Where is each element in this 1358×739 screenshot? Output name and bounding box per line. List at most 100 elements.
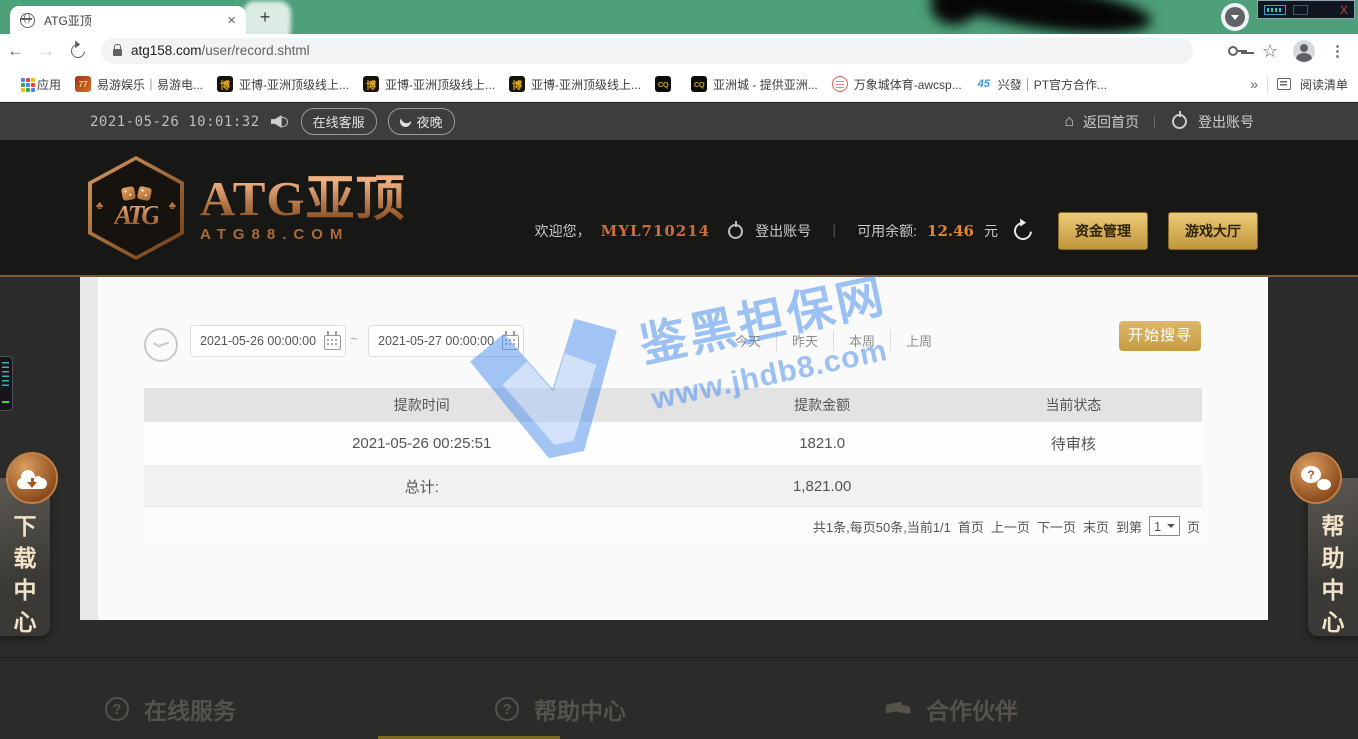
site-logo[interactable]: ♣ ♣ ATG ATG亚顶 ATG88.COM bbox=[88, 156, 406, 260]
pagination-last[interactable]: 末页 bbox=[1083, 517, 1109, 536]
reload-icon[interactable] bbox=[68, 41, 88, 61]
logo-title: ATG亚顶 bbox=[200, 173, 406, 224]
bookmark-item[interactable]: 45 兴發｜PT官方合作... bbox=[969, 73, 1114, 96]
bookmark-item[interactable]: 万象城体育-awcsp... bbox=[825, 73, 969, 96]
extension-circle-button[interactable] bbox=[1221, 3, 1249, 31]
logo-hexagon-badge: ♣ ♣ ATG bbox=[88, 156, 184, 260]
browser-tab[interactable]: ATG亚顶 × bbox=[10, 6, 246, 34]
footer-divider bbox=[0, 657, 1358, 658]
calendar-icon[interactable] bbox=[324, 335, 341, 350]
funds-management-button[interactable]: 资金管理 bbox=[1058, 212, 1148, 250]
browser-menu-icon[interactable]: ⋮ bbox=[1330, 42, 1345, 60]
mini-player-widget[interactable] bbox=[0, 356, 13, 411]
quick-link-this-week[interactable]: 本周 bbox=[833, 330, 890, 351]
profile-avatar[interactable] bbox=[1293, 40, 1315, 62]
logout-link[interactable]: 登出账号 bbox=[1198, 112, 1254, 132]
bookmark-item[interactable]: 77 易游娱乐｜易游电... bbox=[68, 73, 210, 96]
balance-label: 可用余额: bbox=[857, 221, 917, 241]
account-bar: 欢迎您， MYL710214 登出账号 ｜ 可用余额: 12.46 元 资金管理… bbox=[535, 212, 1258, 250]
bookmark-item[interactable]: 博 亚博-亚洲顶级线上... bbox=[502, 73, 648, 96]
password-key-icon[interactable] bbox=[1228, 46, 1247, 56]
refresh-balance-icon[interactable] bbox=[1010, 218, 1035, 243]
balance-unit: 元 bbox=[984, 221, 998, 241]
footer-col-partners: 合作伙伴 bbox=[885, 692, 1358, 739]
logo-monogram: ATG bbox=[114, 202, 158, 229]
power-icon bbox=[1172, 114, 1187, 129]
status-badge: 待审核 bbox=[945, 433, 1202, 454]
site-header: ♣ ♣ ATG ATG亚顶 ATG88.COM 欢迎您， MYL710214 登… bbox=[0, 140, 1358, 277]
screen: ATG亚顶 × + X ← → atg158.com/user/record.s… bbox=[0, 0, 1358, 739]
bookmarks-overflow-icon[interactable]: » bbox=[1250, 76, 1258, 92]
bookmark-favicon: CQ bbox=[655, 76, 671, 92]
bookmark-favicon: 博 bbox=[363, 76, 379, 92]
cloud-download-icon bbox=[17, 468, 47, 489]
online-service-button[interactable]: 在线客服 bbox=[301, 108, 377, 135]
back-home-link[interactable]: 返回首页 bbox=[1083, 112, 1139, 132]
table-header-row: 提款时间 提款金额 当前状态 bbox=[144, 388, 1202, 422]
quick-link-today[interactable]: 今天 bbox=[720, 330, 776, 351]
search-button[interactable]: 开始搜寻 bbox=[1119, 321, 1201, 351]
pagination-next[interactable]: 下一页 bbox=[1037, 517, 1076, 536]
forward-icon[interactable]: → bbox=[31, 41, 62, 61]
divider: ｜ bbox=[1148, 112, 1161, 131]
footer-heading: 合作伙伴 bbox=[926, 692, 1018, 726]
bookmark-favicon: 博 bbox=[217, 76, 233, 92]
logo-domain: ATG88.COM bbox=[200, 226, 406, 243]
pagination-prev[interactable]: 上一页 bbox=[991, 517, 1030, 536]
bookmark-item[interactable]: CQ bbox=[648, 73, 684, 95]
quick-range-links: 今天 昨天 本周 上周 bbox=[720, 330, 947, 351]
date-range-separator: ~ bbox=[350, 331, 358, 346]
bookmark-star-icon[interactable]: ☆ bbox=[1262, 42, 1278, 60]
reading-list-icon bbox=[1277, 78, 1291, 90]
address-bar-actions: ☆ ⋮ bbox=[1228, 40, 1358, 62]
date-from-input[interactable]: 2021-05-26 00:00:00 bbox=[190, 325, 346, 357]
col-header-time: 提款时间 bbox=[144, 395, 699, 415]
tab-close-icon[interactable]: × bbox=[227, 13, 236, 28]
reading-list-button[interactable]: 阅读清单 bbox=[1300, 76, 1348, 93]
new-tab-button[interactable]: + bbox=[252, 5, 278, 31]
bookmark-favicon: 博 bbox=[509, 76, 525, 92]
back-icon[interactable]: ← bbox=[0, 41, 31, 61]
game-lobby-button[interactable]: 游戏大厅 bbox=[1168, 212, 1258, 250]
username: MYL710214 bbox=[601, 222, 710, 240]
lock-icon bbox=[113, 49, 122, 56]
speaker-icon[interactable] bbox=[271, 115, 290, 128]
welcome-text: 欢迎您， bbox=[535, 221, 591, 241]
quick-link-last-week[interactable]: 上周 bbox=[890, 330, 947, 351]
recorder-meter-icon[interactable] bbox=[1264, 5, 1286, 15]
pagination-first[interactable]: 首页 bbox=[958, 517, 984, 536]
page-select[interactable]: 1 bbox=[1149, 516, 1180, 536]
topbar-right: ⌂ 返回首页 ｜ 登出账号 bbox=[1064, 112, 1254, 132]
download-center-button[interactable] bbox=[6, 452, 58, 504]
help-center-button[interactable]: ? bbox=[1290, 452, 1342, 504]
club-icon: ♣ bbox=[169, 200, 176, 212]
calendar-icon[interactable] bbox=[502, 335, 519, 350]
bookmark-item[interactable]: 博 亚博-亚洲顶级线上... bbox=[210, 73, 356, 96]
quick-link-yesterday[interactable]: 昨天 bbox=[776, 330, 833, 351]
panel-scrollbar[interactable] bbox=[80, 277, 98, 620]
pagination-summary: 共1条,每页50条,当前1/1 bbox=[813, 517, 951, 536]
date-to-input[interactable]: 2021-05-27 00:00:00 bbox=[368, 325, 524, 357]
url-text: atg158.com/user/record.shtml bbox=[131, 43, 310, 58]
col-header-amount: 提款金额 bbox=[699, 395, 944, 415]
footer-heading: 在线服务 bbox=[144, 692, 236, 726]
globe-favicon bbox=[20, 13, 35, 28]
logout-account-link[interactable]: 登出账号 bbox=[755, 221, 811, 241]
night-mode-button[interactable]: 夜晚 bbox=[388, 108, 455, 135]
bookmarks-bar: 应用 77 易游娱乐｜易游电... 博 亚博-亚洲顶级线上... 博 亚博-亚洲… bbox=[0, 67, 1358, 102]
total-value: 1,821.00 bbox=[699, 478, 944, 495]
bookmarks-right: » 阅读清单 bbox=[1250, 76, 1348, 93]
dark-smudge-artifact-tail bbox=[922, 0, 990, 34]
url-input[interactable]: atg158.com/user/record.shtml bbox=[101, 38, 1193, 64]
recorder-close-button[interactable]: X bbox=[1340, 3, 1348, 17]
content-area: 2021-05-26 00:00:00 ~ 2021-05-27 00:00:0… bbox=[0, 277, 1358, 620]
recorder-window-icon[interactable] bbox=[1293, 5, 1308, 15]
withdrawal-table: 提款时间 提款金额 当前状态 2021-05-26 00:25:51 1821.… bbox=[144, 388, 1202, 545]
chevron-down-icon bbox=[1225, 7, 1245, 27]
chat-question-icon: ? bbox=[1301, 466, 1331, 490]
chevron-down-icon bbox=[1167, 524, 1175, 528]
footer-col-help-center: ? 帮助中心 bbox=[495, 692, 940, 739]
apps-shortcut[interactable]: 应用 bbox=[10, 73, 68, 96]
bookmark-item[interactable]: CQ 亚洲城 - 提供亚洲... bbox=[684, 73, 825, 96]
bookmark-item[interactable]: 博 亚博-亚洲顶级线上... bbox=[356, 73, 502, 96]
